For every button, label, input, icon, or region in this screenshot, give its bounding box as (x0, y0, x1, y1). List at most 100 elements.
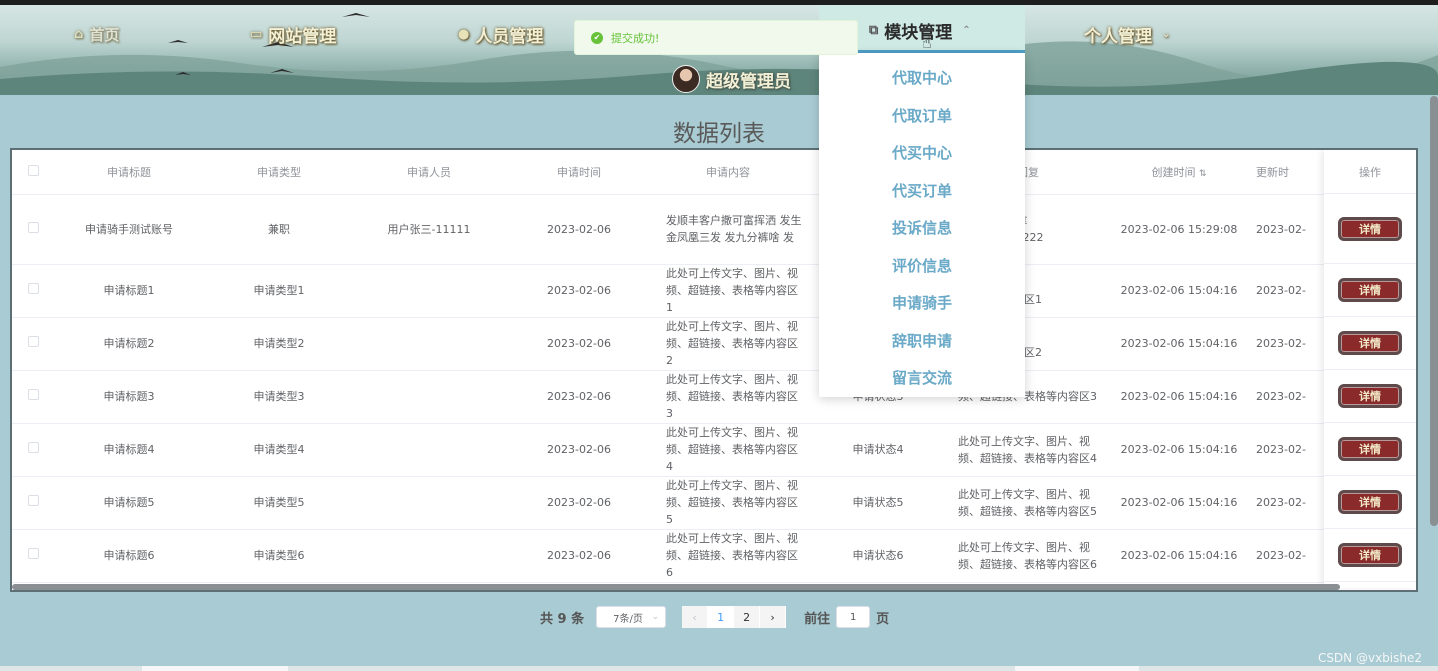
check-circle-icon: ✔ (591, 31, 603, 44)
cell-content-line2: 金凤凰三发 发九分裤啥 发 (666, 231, 794, 244)
table-row: 申请标题6 申请类型6 2023-02-06 此处可上传文字、图片、视 频、超链接、表格… (12, 529, 1412, 583)
table-row: 申请标题2 申请类型2 2023-02-06 此处可上传文字、图片、视 频、超链接、表格… (12, 317, 1412, 371)
cell-status: 申请状态6 (802, 529, 954, 583)
row-checkbox[interactable] (27, 336, 39, 347)
cell-time: 2023-02-06 (504, 529, 654, 583)
cell-content: 此处可上传文字、图片、视 频、超链接、表格等内容区1 (654, 264, 802, 318)
row-checkbox[interactable] (27, 495, 39, 506)
cell-title: 申请标题1 (54, 264, 204, 318)
cell-content: 此处可上传文字、图片、视 频、超链接、表格等内容区6 (654, 529, 802, 583)
cell-reply-line2: 频、超链接、表格等内容区6 (958, 557, 1097, 571)
cell-content-line1: 此处可上传文字、图片、视 (666, 479, 798, 492)
nav-personal[interactable]: 个人管理 ⌄ (1084, 19, 1170, 49)
toast-message: 提交成功! (611, 31, 660, 45)
col-type: 申请类型 (204, 150, 354, 195)
col-person: 申请人员 (354, 150, 504, 195)
page-button-1[interactable]: 1 (708, 606, 735, 628)
col-time: 申请时间 (504, 150, 654, 195)
cell-person (354, 370, 504, 424)
cell-time: 2023-02-06 (504, 423, 654, 477)
menu-item-pickup-center[interactable]: 代取中心 (819, 59, 1025, 97)
menu-item-pickup-orders[interactable]: 代取订单 (819, 97, 1025, 135)
menu-item-reviews[interactable]: 评价信息 (819, 247, 1025, 285)
cell-content: 发顺丰客户撒可富挥洒 发生 金凤凰三发 发九分裤啥 发 (654, 194, 802, 265)
copy-icon: ⧉ (869, 22, 879, 38)
page-size-select[interactable]: 7条/页 ⌄ (596, 606, 667, 628)
horizontal-scrollbar[interactable] (12, 584, 1340, 590)
next-page-button[interactable]: › (760, 606, 787, 628)
table-row: 申请标题3 申请类型3 2023-02-06 此处可上传文字、图片、视 频、超链接、表格… (12, 370, 1412, 424)
cell-reply-line2: 频、超链接、表格等内容区4 (958, 451, 1097, 465)
home-icon: ⌂ (74, 26, 84, 42)
menu-item-resignation[interactable]: 辞职申请 (819, 322, 1025, 360)
row-select-cell (12, 423, 54, 477)
operations-cell: 详情 (1324, 476, 1416, 529)
watermark: CSDN @vxbishe2 (1317, 651, 1422, 665)
module-dropdown-menu: 代取中心 代取订单 代买中心 代买订单 投诉信息 评价信息 申请骑手 辞职申请 … (819, 53, 1025, 397)
page-size-value: 7条/页 (613, 613, 643, 625)
cell-content-line1: 此处可上传文字、图片、视 (666, 373, 798, 386)
cell-reply: 此处可上传文字、图片、视 频、超链接、表格等内容区6 (954, 529, 1104, 583)
detail-button[interactable]: 详情 (1338, 384, 1402, 408)
row-checkbox[interactable] (27, 221, 39, 233)
table-row: 申请标题5 申请类型5 2023-02-06 此处可上传文字、图片、视 频、超链接、表格… (12, 476, 1412, 530)
nav-website[interactable]: ▭ 网站管理 (250, 19, 336, 49)
nav-personnel-label: 人员管理 (475, 26, 544, 47)
menu-item-purchase-orders[interactable]: 代买订单 (819, 172, 1025, 210)
detail-button[interactable]: 详情 (1338, 278, 1402, 302)
prev-page-button[interactable]: ‹ (682, 606, 709, 628)
detail-button[interactable]: 详情 (1338, 331, 1402, 355)
menu-item-complaints[interactable]: 投诉信息 (819, 209, 1025, 247)
cell-content: 此处可上传文字、图片、视 频、超链接、表格等内容区5 (654, 476, 802, 530)
cell-type: 申请类型6 (204, 529, 354, 583)
cell-title: 申请标题4 (54, 423, 204, 477)
cell-created: 2023-02-06 15:04:16 (1104, 264, 1254, 318)
table-row: 申请骑手测试账号 兼职 用户张三-11111 2023-02-06 发顺丰客户撒可富挥洒… (12, 194, 1412, 265)
nav-module-inner[interactable]: ⧉ 模块管理 ⌃ (869, 15, 971, 45)
row-select-cell (12, 370, 54, 424)
row-select-cell (12, 476, 54, 530)
vertical-scrollbar[interactable] (1430, 96, 1438, 526)
nav-personnel[interactable]: ● 人员管理 (458, 19, 543, 49)
row-checkbox[interactable] (27, 389, 39, 400)
cell-title: 申请标题2 (54, 317, 204, 371)
col-content: 申请内容 (654, 150, 802, 195)
operations-column: 操作 详情 详情 详情 详情 详情 详情 详情 (1324, 150, 1416, 588)
sort-icon: ⇅ (1198, 168, 1207, 179)
detail-button[interactable]: 详情 (1338, 216, 1402, 241)
cell-content-line2: 频、超链接、表格等内容区2 (666, 337, 798, 367)
cell-content-line2: 频、超链接、表格等内容区6 (666, 549, 798, 579)
row-checkbox[interactable] (27, 442, 39, 453)
cell-title: 申请标题6 (54, 529, 204, 583)
nav-home-label: 首页 (89, 25, 120, 44)
nav-home[interactable]: ⌂ 首页 (74, 19, 119, 49)
cell-created: 2023-02-06 15:04:16 (1104, 317, 1254, 371)
cell-content-line1: 此处可上传文字、图片、视 (666, 267, 798, 280)
cell-created: 2023-02-06 15:04:16 (1104, 423, 1254, 477)
goto-label: 前往 (804, 611, 831, 627)
col-created[interactable]: 创建时间 ⇅ (1104, 150, 1254, 195)
table-header-row: 申请标题 申请类型 申请人员 申请时间 申请内容 请回复 创建时间 ⇅ 更新时 (12, 150, 1412, 195)
cell-created: 2023-02-06 15:29:08 (1104, 194, 1254, 265)
admin-name: 超级管理员 (706, 71, 791, 92)
detail-button[interactable]: 详情 (1338, 437, 1402, 461)
cell-time: 2023-02-06 (504, 476, 654, 530)
cell-type: 申请类型5 (204, 476, 354, 530)
menu-item-rider-apply[interactable]: 申请骑手 (819, 284, 1025, 322)
menu-item-purchase-center[interactable]: 代买中心 (819, 134, 1025, 172)
cell-type: 申请类型2 (204, 317, 354, 371)
row-checkbox[interactable] (27, 283, 39, 294)
detail-button[interactable]: 详情 (1338, 543, 1402, 567)
cell-time: 2023-02-06 (504, 370, 654, 424)
menu-item-messages[interactable]: 留言交流 (819, 359, 1025, 397)
cell-type: 申请类型1 (204, 264, 354, 318)
row-checkbox[interactable] (27, 548, 39, 559)
page-button-2[interactable]: 2 (734, 606, 761, 628)
data-table: 申请标题 申请类型 申请人员 申请时间 申请内容 请回复 创建时间 ⇅ 更新时 … (10, 148, 1418, 592)
cell-created: 2023-02-06 15:04:16 (1104, 370, 1254, 424)
detail-button[interactable]: 详情 (1338, 490, 1402, 514)
hand-cursor-icon: ☝ (922, 33, 932, 52)
page-unit-label: 页 (876, 611, 890, 627)
select-all-checkbox[interactable] (27, 164, 39, 176)
goto-page-input[interactable]: 1 (836, 606, 871, 628)
